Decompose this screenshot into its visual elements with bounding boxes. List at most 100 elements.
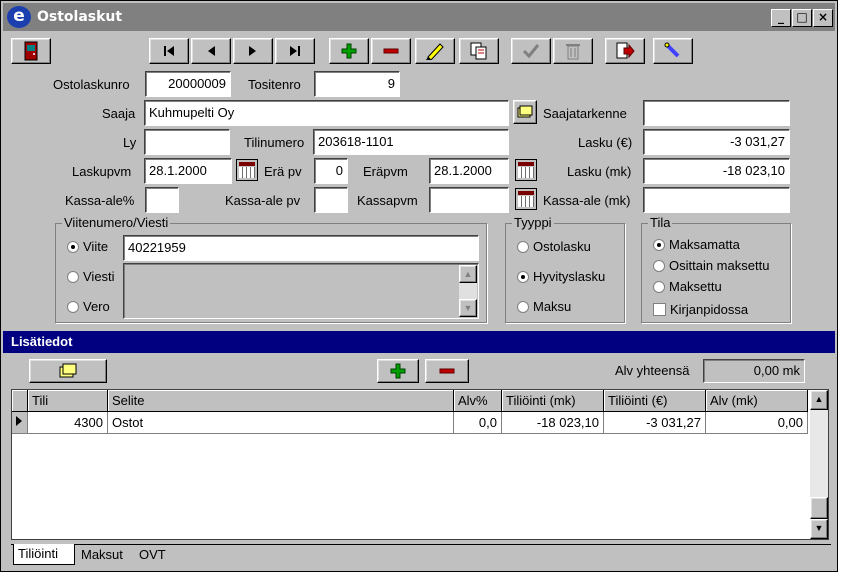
delete-row-button[interactable]	[425, 359, 469, 383]
era-pv-label: Erä pv	[264, 164, 302, 179]
kassa-ale-pv-label: Kassa-ale pv	[225, 193, 301, 208]
export-button[interactable]	[605, 38, 645, 64]
trash-button[interactable]	[553, 38, 593, 64]
kirjanpidossa-label: Kirjanpidossa	[670, 302, 749, 317]
main-window: e Ostolaskut _ □ × Ostolaskunro 20000009…	[0, 0, 838, 572]
accept-icon	[522, 44, 540, 59]
first-record-button[interactable]	[149, 38, 189, 64]
saaja-field[interactable]: Kuhmupelti Oy	[144, 100, 509, 126]
tila-group-title: Tila	[648, 215, 673, 230]
ostolaskunro-label: Ostolaskunro	[53, 77, 130, 92]
kassa-ale-mk-label: Kassa-ale (mk)	[543, 193, 631, 208]
viite-field[interactable]: 40221959	[123, 235, 479, 261]
column-header-selite[interactable]: Selite	[108, 390, 454, 412]
minimize-button[interactable]: _	[771, 9, 791, 27]
era-pv-field[interactable]: 0	[314, 158, 348, 184]
tositenro-field[interactable]: 9	[314, 71, 400, 97]
tositenro-label: Tositenro	[248, 77, 301, 92]
current-row-indicator-icon[interactable]	[12, 412, 28, 434]
accept-button[interactable]	[511, 38, 551, 64]
copy-icon	[470, 42, 487, 60]
edit-record-button[interactable]	[415, 38, 455, 64]
table-cell-tiliointi-eur[interactable]: -3 031,27	[604, 412, 706, 434]
maksettu-radio[interactable]	[653, 281, 665, 293]
exit-button[interactable]	[11, 38, 51, 64]
table-cell-tili[interactable]: 4300	[28, 412, 108, 434]
column-header-tiliointi-eur[interactable]: Tiliöinti (€)	[604, 390, 706, 412]
alv-yhteensa-field: 0,00 mk	[703, 359, 805, 383]
ostolaskunro-field[interactable]: 20000009	[145, 71, 231, 97]
export-icon	[616, 42, 635, 59]
prev-record-icon	[208, 46, 215, 56]
tab-ovt[interactable]: OVT	[135, 545, 179, 565]
column-header-tili[interactable]: Tili	[28, 390, 108, 412]
osittain-maksettu-radio-label: Osittain maksettu	[669, 258, 770, 273]
table-scroll-down-icon[interactable]: ▼	[810, 519, 828, 539]
maksamatta-radio-label: Maksamatta	[669, 237, 740, 252]
osittain-maksettu-radio[interactable]	[653, 260, 665, 272]
vero-radio[interactable]	[67, 301, 79, 313]
lasku-mk-field[interactable]: -18 023,10	[643, 158, 790, 184]
saajatarkenne-label: Saajatarkenne	[543, 106, 627, 121]
search-button[interactable]	[653, 38, 693, 64]
add-row-button[interactable]	[377, 359, 419, 383]
laskupvm-field[interactable]: 28.1.2000	[144, 158, 232, 184]
kirjanpidossa-checkbox[interactable]	[653, 303, 666, 316]
maksamatta-radio[interactable]	[653, 239, 665, 251]
table-cell-selite[interactable]: Ostot	[108, 412, 454, 434]
kassa-ale-pv-field[interactable]	[314, 187, 348, 213]
folder-icon	[59, 363, 77, 378]
tyyppi-group-title: Tyyppi	[512, 215, 554, 230]
exit-icon	[24, 41, 38, 61]
viesti-scroll-down-icon[interactable]: ▼	[459, 299, 477, 317]
maksu-radio[interactable]	[517, 301, 529, 313]
viesti-textarea[interactable]	[123, 263, 479, 319]
title-bar: e Ostolaskut _ □ ×	[3, 3, 835, 31]
table-scroll-thumb[interactable]	[810, 497, 828, 519]
column-header-alv-pct[interactable]: Alv%	[454, 390, 502, 412]
kassa-ale-pct-field[interactable]	[145, 187, 179, 213]
lasku-eur-field[interactable]: -3 031,27	[643, 129, 790, 155]
column-header-tiliointi-mk[interactable]: Tiliöinti (mk)	[502, 390, 604, 412]
saajatarkenne-field[interactable]	[643, 100, 790, 126]
lasku-mk-label: Lasku (mk)	[567, 164, 632, 179]
lisatiedot-folder-button[interactable]	[29, 359, 107, 383]
prev-record-button[interactable]	[191, 38, 231, 64]
kassa-ale-mk-field[interactable]	[643, 187, 790, 213]
copy-record-button[interactable]	[459, 38, 499, 64]
table-cell-tiliointi-mk[interactable]: -18 023,10	[502, 412, 604, 434]
ostolasku-radio[interactable]	[517, 241, 529, 253]
window-title: Ostolaskut	[37, 9, 123, 25]
close-button[interactable]: ×	[813, 9, 833, 27]
hyvityslasku-radio-label: Hyvityslasku	[533, 269, 606, 284]
ly-field[interactable]	[144, 129, 230, 155]
next-record-button[interactable]	[233, 38, 273, 64]
ostolasku-radio-label: Ostolasku	[533, 239, 591, 254]
laskupvm-calendar-icon[interactable]	[236, 159, 258, 181]
saaja-lookup-button[interactable]	[513, 100, 537, 124]
erapvm-field[interactable]: 28.1.2000	[429, 158, 509, 184]
delete-record-button[interactable]	[371, 38, 411, 64]
kassapvm-calendar-icon[interactable]	[515, 188, 537, 210]
hyvityslasku-radio[interactable]	[517, 271, 529, 283]
add-record-button[interactable]	[329, 38, 369, 64]
table-cell-alv-pct[interactable]: 0,0	[454, 412, 502, 434]
kassa-ale-pct-label: Kassa-ale%	[65, 193, 135, 208]
lisatiedot-header: Lisätiedot	[3, 331, 835, 353]
tab-maksut[interactable]: Maksut	[77, 545, 133, 565]
table-scroll-up-icon[interactable]: ▲	[810, 390, 828, 410]
tilinumero-field[interactable]: 203618-1101	[313, 129, 509, 155]
viesti-radio[interactable]	[67, 271, 79, 283]
viite-radio[interactable]	[67, 241, 79, 253]
tab-tiliointi[interactable]: Tiliöinti	[13, 544, 75, 565]
vero-radio-label: Vero	[83, 299, 110, 314]
erapvm-calendar-icon[interactable]	[515, 159, 537, 181]
viesti-scroll-up-icon[interactable]: ▲	[459, 265, 477, 283]
column-header-alv-mk[interactable]: Alv (mk)	[706, 390, 808, 412]
alv-yhteensa-label: Alv yhteensä	[615, 363, 690, 378]
kassapvm-field[interactable]	[429, 187, 509, 213]
maximize-button[interactable]: □	[792, 9, 812, 27]
viesti-radio-label: Viesti	[83, 269, 115, 284]
table-cell-alv-mk[interactable]: 0,00	[706, 412, 808, 434]
last-record-button[interactable]	[275, 38, 315, 64]
